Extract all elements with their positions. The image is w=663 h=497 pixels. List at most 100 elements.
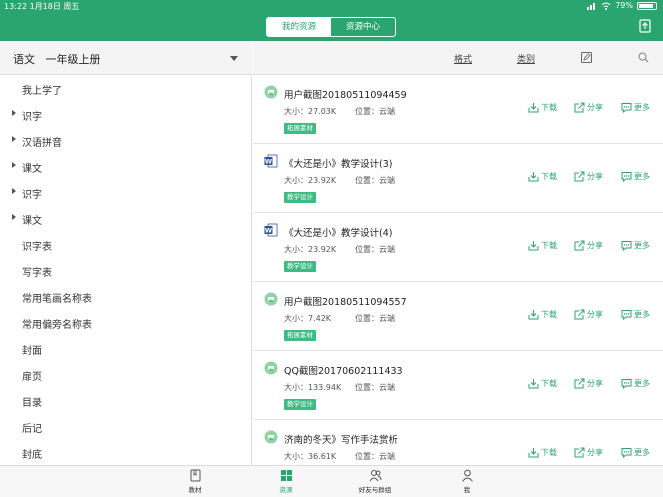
chapter-label: 封底 [22, 450, 42, 461]
chapter-item[interactable]: 目录 [0, 387, 252, 413]
chapter-label: 识字 [22, 190, 42, 201]
share-icon [574, 378, 585, 388]
resource-tag-badge: 教学设计 [284, 399, 316, 410]
share-button-label: 分享 [587, 309, 603, 319]
download-button-label: 下载 [541, 378, 557, 388]
chapter-item[interactable]: 识字表 [0, 231, 252, 257]
chapter-label: 汉语拼音 [22, 138, 62, 149]
person-icon [461, 469, 473, 482]
download-button[interactable]: 下载 [528, 238, 557, 252]
download-button[interactable]: 下载 [528, 169, 557, 183]
dropdown-arrow-icon[interactable] [230, 56, 238, 61]
tab-resources[interactable]: 资源 [261, 469, 311, 494]
resource-item[interactable]: QQ截图20170602111433 大小：133.94K 位置：云端教学设计 下载 分… [253, 351, 663, 420]
resource-item[interactable]: 用户截图20180511094459 大小：27.03K 位置：云端 拓展素材 下载 分享… [253, 75, 663, 144]
more-button[interactable]: 更多 [621, 376, 650, 390]
resource-name: 《大还是小》教学设计(3) [284, 159, 393, 170]
chapter-label: 目录 [22, 398, 42, 409]
download-button-label: 下载 [541, 309, 557, 319]
upload-document-icon[interactable] [639, 19, 651, 33]
tab-resource-center[interactable]: 资源中心 [331, 18, 395, 36]
chapter-item[interactable]: 课文 [0, 153, 252, 179]
chapter-label: 课文 [22, 216, 42, 227]
resource-item[interactable]: W 《大还是小》教学设计(3) 大小：23.92K 位置：云端 教学设计 下载 分享 更多 [253, 144, 663, 213]
download-button[interactable]: 下载 [528, 307, 557, 321]
resource-size: 大小：133.94K [284, 383, 342, 392]
resource-tag-badge: 拓展素材 [284, 330, 316, 341]
svg-text:W: W [265, 158, 272, 166]
chapter-item[interactable]: 封底 [0, 439, 252, 465]
share-button[interactable]: 分享 [574, 307, 603, 321]
expand-arrow-icon[interactable] [12, 214, 16, 220]
chapter-item[interactable]: 识字 [0, 101, 252, 127]
download-icon [528, 240, 539, 250]
book-label: 一年级上册 [45, 53, 101, 66]
search-icon[interactable] [638, 52, 649, 63]
resource-tag-badge: 教学设计 [284, 261, 316, 272]
more-button-label: 更多 [634, 447, 650, 457]
resource-name: 济南的冬天》写作手法赏析 [284, 435, 399, 446]
resource-item[interactable]: W 《大还是小》教学设计(4) 大小：23.92K 位置：云端 教学设计 下载 分享 更多 [253, 213, 663, 282]
tab-textbook[interactable]: 教材 [170, 469, 220, 494]
resource-item[interactable]: 用户截图20180511094557 大小：7.42K 位置：云端 拓展素材 下载 分享 更… [253, 282, 663, 351]
expand-arrow-icon[interactable] [12, 188, 16, 194]
more-icon [621, 447, 632, 458]
chapter-label: 识字 [22, 112, 42, 123]
resource-location: 位置：云端 [355, 452, 395, 461]
expand-arrow-icon[interactable] [12, 162, 16, 168]
more-button[interactable]: 更多 [621, 169, 650, 183]
download-icon [528, 171, 539, 181]
tab-my-resources[interactable]: 我的资源 [267, 18, 331, 36]
chapter-item[interactable]: 常用偏旁名称表 [0, 309, 252, 335]
chapter-item[interactable]: 汉语拼音 [0, 127, 252, 153]
chapter-item[interactable]: 写字表 [0, 257, 252, 283]
chapter-item[interactable]: 常用笔画名称表 [0, 283, 252, 309]
share-button[interactable]: 分享 [574, 445, 603, 459]
share-icon [574, 171, 585, 181]
resource-location: 位置：云端 [355, 245, 395, 254]
chapter-item[interactable]: 封面 [0, 335, 252, 361]
resource-name: QQ截图20170602111433 [284, 366, 403, 377]
resource-location: 位置：云端 [355, 383, 395, 392]
chapter-item[interactable]: 后记 [0, 413, 252, 439]
share-button[interactable]: 分享 [574, 238, 603, 252]
chapter-item[interactable]: 识字 [0, 179, 252, 205]
expand-arrow-icon[interactable] [12, 136, 16, 142]
format-filter[interactable]: 格式 [454, 52, 472, 65]
more-button[interactable]: 更多 [621, 307, 650, 321]
tab-me[interactable]: 我 [442, 469, 492, 494]
textbook-selector[interactable]: 语文 一年级上册 [0, 41, 252, 75]
bottom-tab-bar: 教材 资源 好友与群组 我 [0, 465, 663, 497]
chapter-item[interactable]: 我上学了 [0, 75, 252, 101]
share-button[interactable]: 分享 [574, 376, 603, 390]
share-button[interactable]: 分享 [574, 169, 603, 183]
resource-name: 用户截图20180511094557 [284, 297, 407, 308]
download-button[interactable]: 下载 [528, 376, 557, 390]
chapter-item[interactable]: 扉页 [0, 361, 252, 387]
tab-friends-groups[interactable]: 好友与群组 [350, 469, 400, 494]
more-button[interactable]: 更多 [621, 445, 650, 459]
more-icon [621, 171, 632, 182]
resource-size: 大小：27.03K [284, 107, 337, 116]
image-file-icon [264, 85, 278, 99]
share-button-label: 分享 [587, 240, 603, 250]
status-bar: 13:22 1月18日 周五 79% [0, 0, 663, 12]
chapter-item[interactable]: 课文 [0, 205, 252, 231]
share-button[interactable]: 分享 [574, 100, 603, 114]
download-button[interactable]: 下载 [528, 100, 557, 114]
download-icon [528, 447, 539, 457]
more-button[interactable]: 更多 [621, 238, 650, 252]
category-filter[interactable]: 类别 [517, 52, 535, 65]
more-button-label: 更多 [634, 378, 650, 388]
expand-arrow-icon[interactable] [12, 110, 16, 116]
share-button-label: 分享 [587, 447, 603, 457]
resource-name: 《大还是小》教学设计(4) [284, 228, 393, 239]
edit-icon[interactable] [581, 52, 592, 63]
share-icon [574, 240, 585, 250]
resource-list: 用户截图20180511094459 大小：27.03K 位置：云端 拓展素材 下载 分享… [253, 75, 663, 465]
download-button[interactable]: 下载 [528, 445, 557, 459]
more-button[interactable]: 更多 [621, 100, 650, 114]
resource-item[interactable]: 济南的冬天》写作手法赏析 大小：36.61K 位置：云端 下载 分享 更多 [253, 420, 663, 465]
download-icon [528, 102, 539, 112]
share-button-label: 分享 [587, 171, 603, 181]
